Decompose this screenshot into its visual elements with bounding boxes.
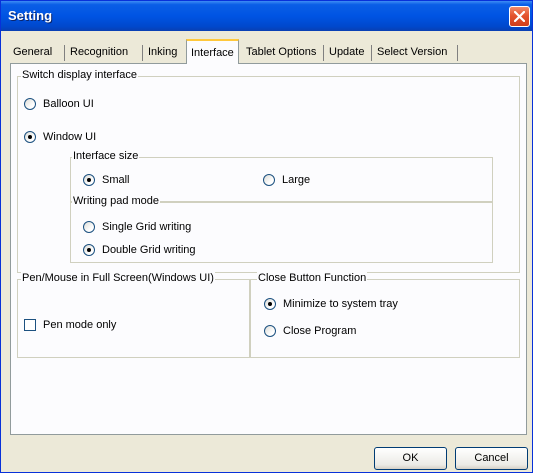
double-grid-radio[interactable]	[83, 244, 95, 256]
size-small-label: Small	[102, 174, 130, 186]
single-grid-label: Single Grid writing	[102, 221, 192, 233]
switch-display-legend: Switch display interface	[21, 69, 138, 81]
tab-inking[interactable]: Inking	[144, 42, 181, 63]
tab-recognition[interactable]: Recognition	[66, 42, 132, 63]
tab-update[interactable]: Update	[325, 42, 368, 63]
close-button-function-group	[250, 279, 520, 358]
size-large-radio[interactable]	[263, 174, 275, 186]
size-small-option[interactable]: Small	[83, 174, 130, 186]
minimize-to-tray-radio[interactable]	[264, 298, 276, 310]
tab-general[interactable]: General	[9, 42, 56, 63]
pen-mode-only-label: Pen mode only	[43, 319, 117, 331]
window-ui-label: Window UI	[43, 131, 97, 143]
balloon-ui-label: Balloon UI	[43, 98, 94, 110]
tab-separator	[371, 45, 372, 61]
tab-separator	[457, 45, 458, 61]
tab-select-version[interactable]: Select Version	[373, 42, 451, 63]
tab-tablet-options[interactable]: Tablet Options	[242, 42, 320, 63]
close-program-option[interactable]: Close Program	[264, 325, 356, 337]
pen-mode-only-checkbox[interactable]	[24, 319, 36, 331]
minimize-to-tray-option[interactable]: Minimize to system tray	[264, 298, 398, 310]
double-grid-label: Double Grid writing	[102, 244, 196, 256]
tab-interface[interactable]: Interface	[186, 39, 239, 64]
writing-pad-mode-legend: Writing pad mode	[72, 195, 161, 207]
balloon-ui-option[interactable]: Balloon UI	[24, 98, 94, 110]
tab-separator	[323, 45, 324, 61]
window-title: Setting	[8, 8, 53, 23]
minimize-to-tray-label: Minimize to system tray	[283, 298, 398, 310]
close-icon	[514, 11, 525, 22]
close-button-function-legend: Close Button Function	[257, 272, 368, 284]
cancel-button[interactable]: Cancel	[455, 447, 528, 470]
interface-size-legend: Interface size	[72, 150, 140, 162]
balloon-ui-radio[interactable]	[24, 98, 36, 110]
size-large-label: Large	[282, 174, 311, 186]
double-grid-option[interactable]: Double Grid writing	[83, 244, 196, 256]
settings-window: Setting General Recognition Inking Inter…	[0, 0, 533, 473]
close-button[interactable]	[509, 6, 530, 27]
window-ui-option[interactable]: Window UI	[24, 131, 96, 143]
single-grid-radio[interactable]	[83, 221, 95, 233]
single-grid-option[interactable]: Single Grid writing	[83, 221, 191, 233]
size-large-option[interactable]: Large	[263, 174, 310, 186]
pen-mouse-legend: Pen/Mouse in Full Screen(Windows UI)	[21, 272, 215, 284]
ok-button[interactable]: OK	[374, 447, 447, 470]
window-ui-radio[interactable]	[24, 131, 36, 143]
tab-separator	[142, 45, 143, 61]
interface-tab-panel: Switch display interface Balloon UI Wind…	[10, 63, 527, 435]
title-bar[interactable]: Setting	[1, 1, 532, 31]
pen-mode-only-option[interactable]: Pen mode only	[24, 319, 116, 331]
size-small-radio[interactable]	[83, 174, 95, 186]
tab-separator	[64, 45, 65, 61]
close-program-label: Close Program	[283, 325, 357, 337]
close-program-radio[interactable]	[264, 325, 276, 337]
